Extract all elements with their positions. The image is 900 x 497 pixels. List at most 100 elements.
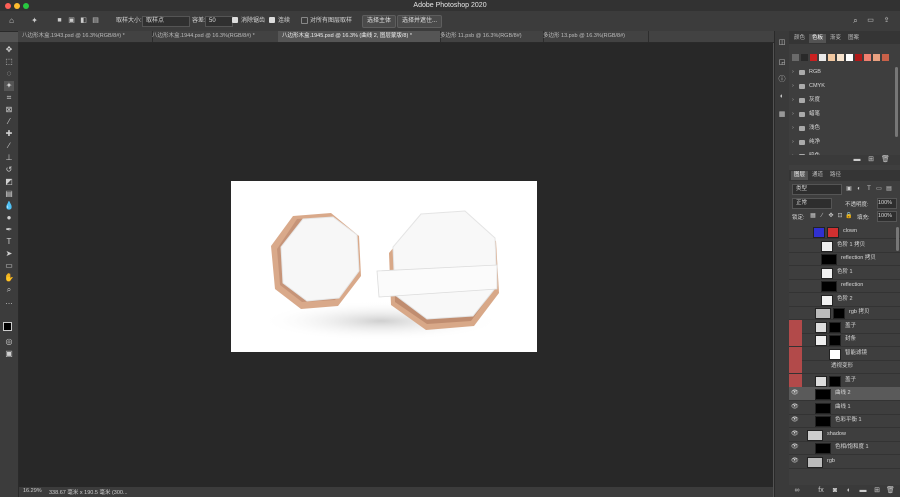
lock-position-icon[interactable]: ✥ xyxy=(827,212,835,220)
layer-name[interactable]: 色相/饱和度 1 xyxy=(835,444,869,451)
add-mask-icon[interactable]: ◙ xyxy=(831,487,839,495)
dodge-tool-icon[interactable]: ● xyxy=(4,213,14,223)
layers-scrollbar[interactable] xyxy=(896,227,899,251)
lock-transparent-icon[interactable]: ▦ xyxy=(809,212,817,220)
layer-name[interactable]: 盖子 xyxy=(845,323,856,330)
tab-polygon-13[interactable]: 多边形 13.psb @ 16.3%(RGB/8#) xyxy=(539,31,649,42)
visibility-eye-icon[interactable] xyxy=(791,363,798,370)
delete-swatch-icon[interactable]: 🗑 xyxy=(881,156,890,164)
folder-rgb[interactable]: › RGB xyxy=(789,66,893,79)
stamp-tool-icon[interactable]: ⊥ xyxy=(4,153,14,163)
zoom-level[interactable]: 16.29% xyxy=(23,488,42,494)
layer-name[interactable]: 智能滤镜 xyxy=(845,350,867,357)
layer-thumbnail[interactable] xyxy=(821,267,833,279)
libraries-panel-icon[interactable]: ▦ xyxy=(778,111,786,119)
new-adjustment-icon[interactable]: ◐ xyxy=(845,487,853,495)
layer-row[interactable]: reflection 拷贝 xyxy=(789,252,900,266)
filter-type-icon[interactable]: T xyxy=(865,185,873,193)
foreground-color-swatch[interactable] xyxy=(3,322,12,331)
tab-swatches[interactable]: 色板 xyxy=(809,34,827,43)
type-tool-icon[interactable]: T xyxy=(4,237,14,247)
visibility-eye-icon[interactable] xyxy=(791,296,798,303)
layer-row[interactable]: reflection xyxy=(789,279,900,293)
color-swatch[interactable] xyxy=(873,54,880,61)
magic-wand-tool-icon[interactable]: ✦ xyxy=(4,81,14,91)
layer-kind-filter[interactable]: 类型 xyxy=(792,184,842,195)
eraser-tool-icon[interactable]: ◩ xyxy=(4,177,14,187)
layer-row[interactable]: 色阶 1 xyxy=(789,266,900,280)
layer-row[interactable]: 封条 xyxy=(789,333,900,347)
home-icon[interactable]: ⌂ xyxy=(7,16,16,25)
anti-alias-checkbox[interactable] xyxy=(232,17,238,23)
intersect-selection-icon[interactable]: ▤ xyxy=(91,16,100,25)
filter-smart-object-icon[interactable]: ▤ xyxy=(885,185,893,193)
document-canvas[interactable] xyxy=(231,181,537,352)
layer-row[interactable]: 色阶 2 xyxy=(789,293,900,307)
layer-thumbnail[interactable] xyxy=(821,254,837,265)
color-swatch[interactable] xyxy=(882,54,889,61)
layer-thumbnail[interactable] xyxy=(815,389,831,400)
lock-all-icon[interactable]: 🔒 xyxy=(845,212,853,220)
crop-tool-icon[interactable]: ⌗ xyxy=(4,93,14,103)
new-group-icon[interactable]: ▬ xyxy=(859,487,867,495)
visibility-eye-icon[interactable] xyxy=(791,309,798,316)
layer-thumbnail[interactable] xyxy=(829,335,841,346)
layer-thumbnail[interactable] xyxy=(815,335,827,346)
visibility-eye-icon[interactable] xyxy=(791,269,798,276)
history-panel-icon[interactable]: ◫ xyxy=(778,39,786,47)
layer-row[interactable]: 盖子 xyxy=(789,373,900,388)
color-swatch[interactable] xyxy=(801,54,808,61)
layer-thumbnail[interactable] xyxy=(815,375,827,387)
opacity-input[interactable]: 100% xyxy=(877,198,897,209)
zoom-tool-icon[interactable]: ⌕ xyxy=(4,285,14,295)
color-swatch[interactable] xyxy=(792,54,799,61)
layer-thumbnail[interactable] xyxy=(807,456,823,468)
adjustments-panel-icon[interactable]: ◐ xyxy=(778,93,786,101)
visibility-eye-icon[interactable] xyxy=(791,255,798,262)
visibility-eye-icon[interactable] xyxy=(791,336,798,343)
visibility-eye-icon[interactable] xyxy=(791,282,798,289)
share-icon[interactable]: ⇪ xyxy=(882,16,891,25)
layer-row[interactable]: clown xyxy=(789,225,900,239)
search-icon[interactable]: ⌕ xyxy=(851,16,860,25)
tab-gradients[interactable]: 渐变 xyxy=(827,34,844,43)
layer-row[interactable]: 👁 rgb xyxy=(789,455,900,469)
layer-name[interactable]: 曲线 2 xyxy=(835,390,851,397)
workspace-icon[interactable]: ▭ xyxy=(866,16,875,25)
visibility-eye-icon[interactable]: 👁 xyxy=(791,458,799,465)
contiguous-checkbox[interactable] xyxy=(269,17,275,23)
layer-name[interactable]: reflection xyxy=(841,282,863,289)
folder-grayscale[interactable]: › 灰度 xyxy=(789,94,893,107)
layer-thumbnail[interactable] xyxy=(807,429,823,441)
layer-row[interactable]: 色阶 1 拷贝 xyxy=(789,239,900,253)
tab-paths[interactable]: 路径 xyxy=(827,171,844,180)
marquee-tool-icon[interactable]: ⬚ xyxy=(4,57,14,67)
layer-row[interactable]: 透视变形 xyxy=(789,360,900,374)
magic-wand-icon[interactable]: ✦ xyxy=(30,16,39,25)
layer-row[interactable]: 👁 曲线 2 xyxy=(789,387,900,401)
visibility-eye-icon[interactable]: 👁 xyxy=(791,444,799,451)
tab-channels[interactable]: 通道 xyxy=(809,171,826,180)
color-swatch[interactable] xyxy=(819,54,826,61)
layer-name[interactable]: rgb 拷贝 xyxy=(849,309,869,316)
history-brush-icon[interactable]: ↺ xyxy=(4,165,14,175)
filter-shape-icon[interactable]: ▭ xyxy=(875,185,883,193)
more-tools-icon[interactable]: … xyxy=(4,297,14,307)
layer-thumbnail[interactable] xyxy=(829,348,841,360)
layer-name[interactable]: 透视变形 xyxy=(831,363,853,370)
layer-row[interactable]: 智能滤镜 xyxy=(789,346,900,361)
link-layers-icon[interactable]: ∞ xyxy=(793,487,801,495)
layer-thumbnail[interactable] xyxy=(815,416,831,427)
quick-mask-icon[interactable]: ◎ xyxy=(4,337,14,347)
tab-doc-1944[interactable]: 八边形木盒.1944.psd @ 16.3%(RGB/8#) * xyxy=(148,31,283,42)
layer-style-icon[interactable]: fx xyxy=(817,487,825,495)
rectangle-tool-icon[interactable]: ▭ xyxy=(4,261,14,271)
folder-light[interactable]: › 浅色 xyxy=(789,122,893,135)
color-swatch[interactable] xyxy=(846,54,853,61)
layer-thumbnail[interactable] xyxy=(829,321,841,333)
layer-row[interactable]: rgb 拷贝 xyxy=(789,306,900,320)
layer-row[interactable]: 盖子 xyxy=(789,319,900,334)
layer-thumbnail[interactable] xyxy=(815,402,831,414)
blend-mode-select[interactable]: 正常 xyxy=(792,198,832,209)
gradient-tool-icon[interactable]: ▤ xyxy=(4,189,14,199)
